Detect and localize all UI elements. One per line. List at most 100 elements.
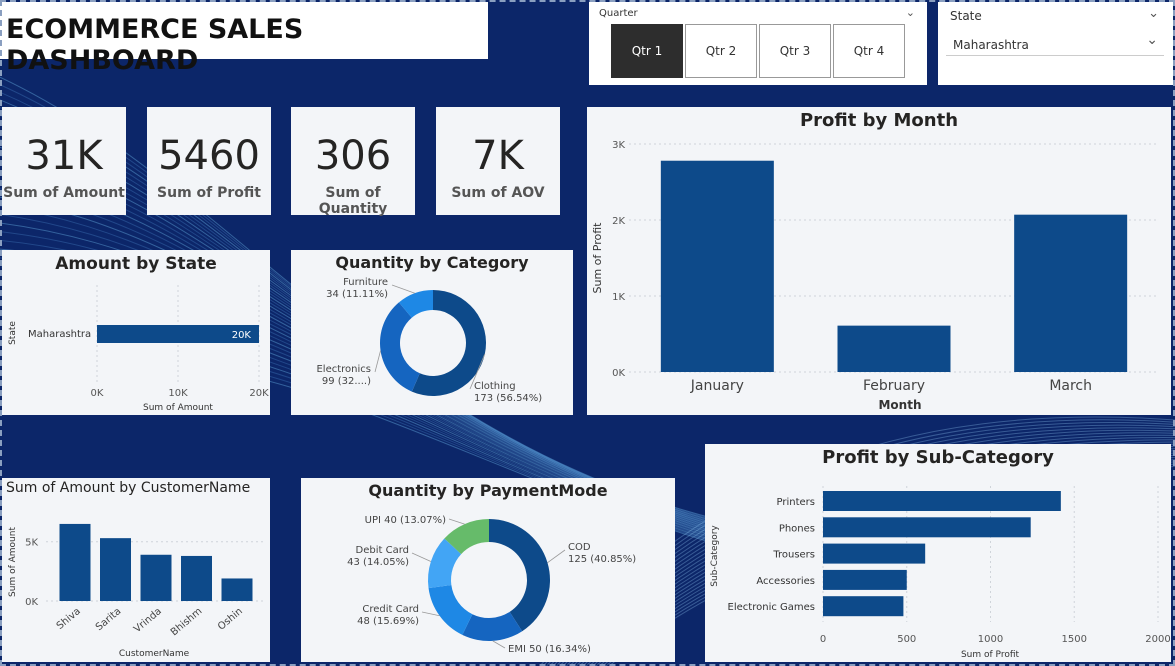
quarter-slicer[interactable]: Quarter ⌄ Qtr 1 Qtr 2 Qtr 3 Qtr 4 [589,2,927,85]
x-tick-label: Sarita [94,606,124,633]
y-tick-label: Trousers [772,550,815,561]
kpi-value: 7K [472,133,524,179]
kpi-card-amount: 31K Sum of Amount [2,107,126,215]
x-tick-label: 20K [249,388,269,399]
x-tick-label: Vrinda [132,606,164,635]
y-tick-label: Phones [779,523,815,534]
chart-profit-by-subcategory: Profit by Sub-Category 0 500 1000 1500 2000 P… [705,444,1171,662]
slice-value: 173 (56.54%) [474,393,542,404]
kpi-value: 306 [314,133,392,179]
quantity-by-paymentmode-plot: COD125 (40.85%) EMI 50 (16.34%) Credit Car… [347,515,636,655]
y-axis-title: State [8,321,18,345]
leader-line [391,284,416,294]
bar [823,491,1061,511]
bar [823,569,907,590]
y-axis-title: Sum of Amount [8,527,18,597]
y-tick-label: Maharashtra [28,329,91,340]
bar [181,555,212,601]
kpi-card-aov: 7K Sum of AOV [436,107,560,215]
donut-slice [489,519,550,632]
chart-amount-by-state: Amount by State 0K 10K 20K Maharashtra 20K Su… [2,250,270,415]
quarter-button-qtr4[interactable]: Qtr 4 [833,24,905,78]
y-tick-label: 2K [612,216,625,227]
profit-by-month-plot: 0K 1K 2K 3K January February March Month Sum of … [591,140,1159,412]
slice-value: 43 (14.05%) [347,557,409,568]
amount-by-state-plot: 0K 10K 20K Maharashtra 20K Sum of Amount State [8,285,269,413]
y-tick-label: Accessories [756,576,815,587]
slice-label: Furniture [343,277,388,288]
x-axis-title: CustomerName [119,649,190,659]
bar [140,554,172,601]
bar [1014,214,1128,372]
state-slicer[interactable]: State ⌄ Maharashtra ⌄ [938,2,1173,85]
leader-line [492,640,506,649]
x-tick-label: Shiva [55,606,83,632]
slice-label: Credit Card [362,604,419,615]
bar [837,325,951,372]
dashboard-title: ECOMMERCE SALES DASHBOARD [6,14,304,76]
slice-label: Clothing [474,381,516,392]
dashboard-title-panel: ECOMMERCE SALES DASHBOARD [0,2,488,76]
quarter-button-qtr3[interactable]: Qtr 3 [759,24,831,78]
chevron-down-icon[interactable]: ⌄ [906,6,915,19]
slice-value: UPI 40 (13.07%) [365,515,446,526]
leader-line [448,518,465,525]
leader-line [421,611,440,617]
state-dropdown-value: Maharashtra [953,38,1029,52]
slice-label: Electronics [316,364,371,375]
y-tick-label: 0K [612,368,625,379]
kpi-card-profit: 5460 Sum of Profit [147,107,271,215]
x-tick-label: January [690,378,744,394]
x-axis-title: Sum of Profit [961,650,1020,660]
chart-profit-by-month: Profit by Month 0K 1K 2K 3K January February M… [587,107,1171,415]
chart-quantity-by-category: Quantity by Category Clothing 173 (56.54%… [291,250,573,415]
donut-slice [428,585,473,635]
kpi-label: Sum of AOV [451,185,545,201]
chevron-down-icon[interactable]: ⌄ [1146,32,1158,48]
x-tick-label: Bhishm [169,606,205,638]
x-tick-label: 1000 [978,634,1003,645]
x-tick-label: 10K [168,388,188,399]
kpi-value: 31K [25,133,103,179]
bar [823,543,926,564]
leader-line [411,552,432,562]
profit-by-subcategory-plot: 0 500 1000 1500 2000 Printers Phones Trousers Ac… [710,486,1171,660]
y-tick-label: Printers [777,497,815,508]
leader-line [374,350,381,373]
x-tick-label: 0 [820,634,826,645]
x-axis-title: Month [878,398,921,412]
x-tick-label: March [1049,378,1092,394]
y-tick-label: 1K [612,292,625,303]
y-axis-title: Sum of Profit [591,222,604,294]
bar [823,596,904,617]
x-tick-label: 1500 [1062,634,1087,645]
y-tick-label: 5K [25,538,38,549]
bar [660,160,774,372]
slice-value: 34 (11.11%) [326,289,388,300]
kpi-label: Sum of Profit [157,185,261,201]
y-tick-label: 3K [612,140,625,151]
chart-amount-by-customer: Sum of Amount by CustomerName 0K 5K Shiva S… [2,478,270,662]
quarter-button-qtr2[interactable]: Qtr 2 [685,24,757,78]
slice-label: COD [568,542,591,553]
quantity-by-category-plot: Clothing173 (56.54%) Electronics99 (32...… [316,277,542,404]
bar [59,523,91,601]
quarter-button-qtr1[interactable]: Qtr 1 [611,24,683,78]
x-tick-label: 500 [897,634,916,645]
slice-value: 99 (32....) [322,376,371,387]
state-dropdown[interactable]: Maharashtra ⌄ [946,30,1164,56]
kpi-value: 5460 [158,133,260,179]
y-tick-label: 0K [25,597,38,608]
y-tick-label: Electronic Games [728,602,815,613]
state-slicer-label: State [950,9,982,23]
slice-value: EMI 50 (16.34%) [508,644,591,655]
bar [100,538,131,601]
quarter-slicer-label: Quarter [599,8,638,19]
x-tick-label: Oshin [216,606,245,633]
kpi-card-quantity: 306 Sum of Quantity [291,107,415,217]
kpi-label: Sum of Amount [3,185,125,201]
data-label: 20K [232,330,252,341]
y-axis-title: Sub-Category [710,525,720,587]
chevron-down-icon[interactable]: ⌄ [1148,6,1159,21]
x-tick-label: February [863,378,925,394]
